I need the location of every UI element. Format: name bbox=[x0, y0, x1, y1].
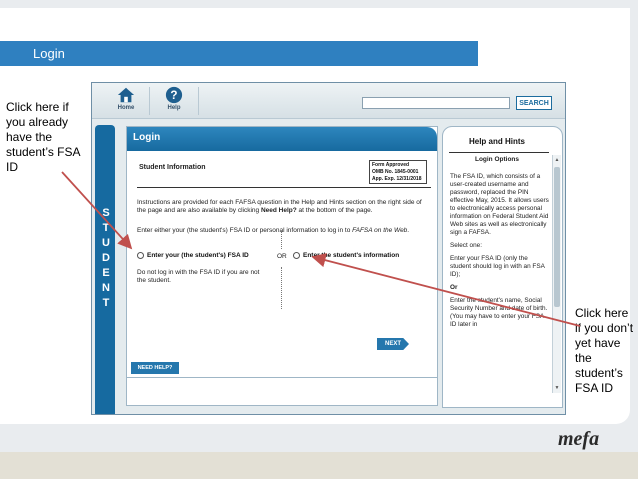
scroll-up-arrow-icon[interactable]: ▲ bbox=[554, 156, 560, 164]
omb-line: Form Approved bbox=[372, 162, 410, 168]
hints-paragraph: The FSA ID, which consists of a user-cre… bbox=[450, 173, 549, 236]
login-header: Login bbox=[127, 127, 437, 151]
scrollbar-thumb[interactable] bbox=[554, 167, 560, 307]
hints-divider bbox=[449, 152, 549, 153]
help-button[interactable]: ? Help bbox=[156, 86, 192, 116]
need-help-inline-text: Need Help? bbox=[260, 207, 297, 214]
help-and-hints-panel: Help and Hints Login Options The FSA ID,… bbox=[442, 126, 563, 408]
student-letter: E bbox=[102, 267, 110, 279]
slide-title-bar bbox=[0, 41, 478, 66]
hints-scrollbar[interactable]: ▲ ▼ bbox=[552, 155, 561, 393]
or-divider-line bbox=[281, 267, 282, 309]
student-letter: T bbox=[102, 297, 110, 309]
student-letter: T bbox=[102, 222, 110, 234]
hints-paragraph-or: Or bbox=[450, 284, 458, 291]
panel-divider bbox=[127, 377, 437, 378]
help-question-icon: ? bbox=[165, 86, 183, 104]
student-letter: N bbox=[102, 282, 110, 294]
home-label: Home bbox=[117, 105, 135, 111]
fafsa-on-the-web-text: FAFSA on the Web bbox=[352, 227, 408, 234]
student-letter: S bbox=[102, 207, 110, 219]
home-icon bbox=[117, 87, 135, 103]
slide-footer-band bbox=[0, 452, 638, 479]
instructions-text: Instructions are provided for each FAFSA… bbox=[137, 199, 431, 215]
enter-prompt-part: Enter either your (the student's) FSA ID… bbox=[137, 227, 353, 234]
section-divider bbox=[137, 187, 431, 188]
svg-text:?: ? bbox=[170, 89, 177, 102]
hints-paragraph: Enter the student's name, Social Securit… bbox=[450, 297, 548, 328]
need-help-button[interactable]: NEED HELP? bbox=[131, 362, 179, 374]
student-information-heading: Student Information bbox=[139, 164, 206, 171]
hints-paragraph: Enter your FSA ID (only the student shou… bbox=[450, 255, 545, 278]
enter-prompt-part: . bbox=[407, 227, 410, 234]
radio-student-info[interactable] bbox=[293, 252, 300, 259]
fafsa-login-screenshot: Home ? Help SEARCH S T U D E N T Login S… bbox=[91, 82, 566, 415]
or-divider-line bbox=[281, 231, 282, 249]
hints-subtitle: Login Options bbox=[474, 156, 520, 163]
toolbar-divider bbox=[149, 87, 150, 115]
or-label: OR bbox=[277, 253, 287, 260]
omb-line: App. Exp. 12/31/2018 bbox=[372, 176, 422, 182]
option-fsa-id-label: Enter your (the student's) FSA ID bbox=[147, 252, 249, 259]
student-letter: D bbox=[102, 252, 110, 264]
toolbar-divider bbox=[198, 87, 199, 115]
mefa-logo: mefa bbox=[558, 428, 600, 450]
search-button[interactable]: SEARCH bbox=[516, 96, 552, 110]
next-button[interactable]: NEXT bbox=[377, 338, 409, 350]
hints-body: The FSA ID, which consists of a user-cre… bbox=[450, 173, 550, 334]
home-button[interactable]: Home bbox=[108, 86, 144, 116]
help-label: Help bbox=[167, 105, 181, 111]
scroll-down-arrow-icon[interactable]: ▼ bbox=[554, 384, 560, 392]
option-student-info-label: Enter the student's information bbox=[303, 252, 400, 259]
omb-approval-box: Form Approved OMB No. 1845-0001 App. Exp… bbox=[369, 160, 427, 184]
option-fsa-id[interactable]: Enter your (the student's) FSA ID bbox=[137, 252, 249, 259]
radio-fsa-id[interactable] bbox=[137, 252, 144, 259]
login-panel: Login Student Information Form Approved … bbox=[126, 126, 438, 406]
omb-line: OMB No. 1845-0001 bbox=[372, 169, 419, 175]
student-tab-letters: S T U D E N T bbox=[100, 206, 112, 311]
instructions-part: at the bottom of the page. bbox=[296, 207, 373, 214]
callout-no-fsa-id: Click here if you don’t yet have the stu… bbox=[575, 306, 634, 395]
slide-title: Login bbox=[33, 46, 65, 61]
student-letter: U bbox=[102, 237, 110, 249]
fsa-id-warning: Do not log in with the FSA ID if you are… bbox=[137, 269, 260, 284]
hints-title: Help and Hints bbox=[468, 137, 525, 146]
login-title: Login bbox=[133, 132, 161, 143]
search-input[interactable] bbox=[362, 97, 510, 109]
callout-have-fsa-id: Click here if you already have the stude… bbox=[6, 100, 80, 174]
hints-paragraph: Select one: bbox=[450, 242, 482, 249]
top-toolbar: Home ? Help SEARCH bbox=[92, 83, 565, 119]
enter-prompt-text: Enter either your (the student's) FSA ID… bbox=[137, 227, 431, 235]
option-student-info[interactable]: Enter the student's information bbox=[293, 252, 399, 259]
